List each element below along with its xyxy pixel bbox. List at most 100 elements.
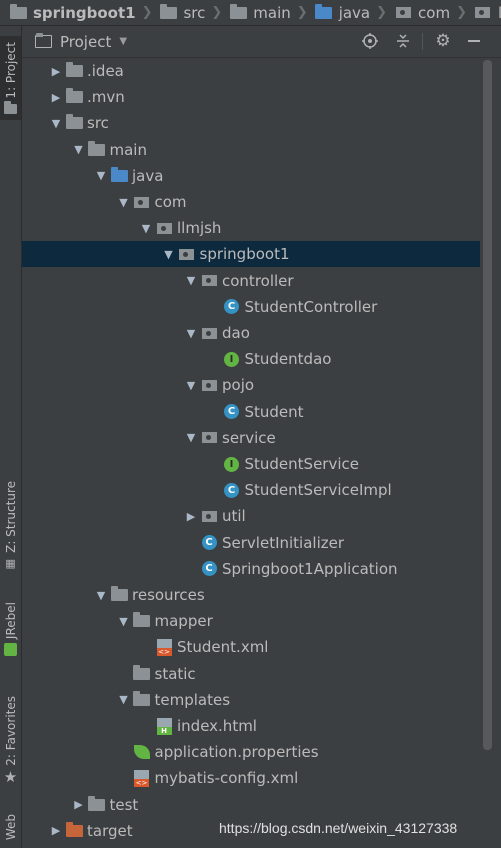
expanded-arrow-icon[interactable]: ▼ bbox=[183, 379, 199, 392]
collapsed-arrow-icon[interactable]: ▶ bbox=[48, 91, 64, 104]
expanded-arrow-icon[interactable]: ▼ bbox=[71, 143, 87, 156]
breadcrumb: springboot1 ❯ src ❯ main ❯ java ❯ com ❯ … bbox=[0, 0, 501, 26]
tree-item[interactable]: C Springboot1Application bbox=[22, 556, 480, 582]
tree-item[interactable]: ▼ springboot1 bbox=[22, 241, 480, 268]
breadcrumb-separator: ❯ bbox=[211, 5, 223, 20]
vertical-scrollbar[interactable] bbox=[483, 60, 492, 750]
structure-icon: ▦ bbox=[5, 556, 16, 570]
html-file-icon bbox=[154, 717, 174, 735]
hide-panel-icon[interactable] bbox=[464, 31, 484, 51]
collapsed-arrow-icon[interactable]: ▶ bbox=[48, 65, 64, 78]
tree-item[interactable]: ▼ dao bbox=[22, 320, 480, 346]
tree-item[interactable]: ▼ controller bbox=[22, 268, 480, 294]
tree-item-label: application.properties bbox=[154, 743, 319, 762]
tree-item-label: index.html bbox=[177, 717, 257, 735]
expanded-arrow-icon[interactable]: ▼ bbox=[183, 327, 199, 340]
folder-icon bbox=[132, 612, 152, 630]
expanded-arrow-icon[interactable]: ▼ bbox=[93, 589, 109, 602]
package-icon bbox=[199, 429, 219, 447]
tree-item[interactable]: I StudentService bbox=[22, 451, 480, 477]
tab-structure[interactable]: Z: Structure ▦ bbox=[0, 481, 21, 570]
expanded-arrow-icon[interactable]: ▼ bbox=[116, 615, 132, 628]
spring-properties-icon bbox=[132, 743, 152, 761]
tree-item[interactable]: ▼ java bbox=[22, 163, 480, 189]
tree-item[interactable]: application.properties bbox=[22, 739, 480, 765]
tab-jrebel[interactable]: JRebel bbox=[0, 602, 21, 657]
tree-item[interactable]: mybatis-config.xml bbox=[22, 765, 480, 791]
expanded-arrow-icon[interactable]: ▼ bbox=[183, 431, 199, 444]
folder-icon bbox=[8, 3, 28, 22]
tree-item[interactable]: ▼ resources bbox=[22, 582, 480, 608]
class-icon: C bbox=[222, 403, 242, 421]
tab-web-label: Web bbox=[3, 814, 18, 841]
tree-item-label: util bbox=[222, 507, 246, 526]
tree-item[interactable]: ▼ com bbox=[22, 189, 480, 215]
header-divider bbox=[422, 33, 423, 50]
collapse-all-icon[interactable] bbox=[393, 31, 413, 51]
tree-item[interactable]: ▶ .mvn bbox=[22, 84, 480, 110]
tree-item[interactable]: ▶ test bbox=[22, 792, 480, 818]
tree-item-label: Springboot1Application bbox=[222, 559, 398, 578]
expanded-arrow-icon[interactable]: ▼ bbox=[138, 222, 154, 235]
tab-project[interactable]: 1: Project bbox=[0, 36, 21, 120]
tree-item[interactable]: ▼ mapper bbox=[22, 608, 480, 634]
expanded-arrow-icon[interactable]: ▼ bbox=[116, 693, 132, 706]
breadcrumb-item-main[interactable]: main bbox=[224, 0, 294, 25]
expanded-arrow-icon[interactable]: ▼ bbox=[161, 248, 177, 261]
tree-item[interactable]: ▼ src bbox=[22, 110, 480, 136]
tab-favorites-label: 2: Favorites bbox=[3, 696, 18, 766]
tree-item[interactable]: ▼ main bbox=[22, 137, 480, 163]
expanded-arrow-icon[interactable]: ▼ bbox=[48, 117, 64, 130]
xml-file-icon bbox=[132, 769, 152, 788]
tree-item[interactable]: ▼ pojo bbox=[22, 372, 480, 398]
panel-title: Project bbox=[60, 32, 112, 51]
tree-item[interactable]: index.html bbox=[22, 713, 480, 739]
breadcrumb-item-java[interactable]: java bbox=[310, 0, 374, 25]
folder-icon bbox=[64, 62, 84, 80]
collapsed-arrow-icon[interactable]: ▶ bbox=[48, 824, 64, 837]
tree-item-label: target bbox=[87, 821, 133, 840]
tree-item[interactable]: static bbox=[22, 661, 480, 687]
expanded-arrow-icon[interactable]: ▼ bbox=[116, 196, 132, 209]
tab-web[interactable]: Web bbox=[0, 814, 21, 840]
breadcrumb-item-com[interactable]: com bbox=[389, 0, 454, 25]
jrebel-icon bbox=[4, 643, 17, 657]
tree-item[interactable]: ▶ util bbox=[22, 503, 480, 529]
collapsed-arrow-icon[interactable]: ▶ bbox=[71, 798, 87, 811]
tree-item[interactable]: ▼ llmjsh bbox=[22, 215, 480, 241]
class-icon: C bbox=[199, 534, 219, 552]
package-icon bbox=[177, 245, 197, 263]
breadcrumb-item-project[interactable]: springboot1 bbox=[0, 0, 140, 25]
folder-icon bbox=[87, 140, 107, 159]
tree-item[interactable]: I Studentdao bbox=[22, 346, 480, 372]
tree-item-label: llmjsh bbox=[177, 219, 222, 238]
spring-boot-class-icon: C bbox=[199, 560, 219, 578]
expanded-arrow-icon[interactable]: ▼ bbox=[93, 169, 109, 182]
breadcrumb-item-llmjsh[interactable]: llmjsh bbox=[469, 0, 501, 25]
tree-item[interactable]: C StudentServiceImpl bbox=[22, 477, 480, 503]
gear-icon[interactable]: ⚙ bbox=[433, 31, 453, 51]
tree-item[interactable]: C ServletInitializer bbox=[22, 530, 480, 556]
package-icon bbox=[473, 4, 493, 22]
tree-item-label: mapper bbox=[154, 612, 213, 631]
tree-item[interactable]: Student.xml bbox=[22, 634, 480, 660]
breadcrumb-separator: ❯ bbox=[456, 5, 467, 20]
tree-item-label: controller bbox=[222, 271, 294, 290]
collapsed-arrow-icon[interactable]: ▶ bbox=[183, 510, 199, 523]
tree-item[interactable]: C Student bbox=[22, 399, 480, 425]
locate-icon[interactable] bbox=[360, 31, 380, 51]
breadcrumb-separator: ❯ bbox=[376, 5, 388, 20]
tree-item[interactable]: ▼ service bbox=[22, 425, 480, 451]
tool-window-strip: 1: Project Z: Structure ▦ JRebel 2: Favo… bbox=[0, 26, 22, 848]
tree-item-label: ServletInitializer bbox=[222, 533, 345, 552]
package-icon bbox=[154, 219, 174, 237]
tree-item[interactable]: ▼ templates bbox=[22, 687, 480, 713]
class-icon: C bbox=[222, 298, 242, 316]
breadcrumb-item-src[interactable]: src bbox=[154, 0, 209, 25]
view-dropdown-icon[interactable]: ▼ bbox=[119, 36, 127, 47]
expanded-arrow-icon[interactable]: ▼ bbox=[183, 274, 199, 287]
tree-item[interactable]: ▶ .idea bbox=[22, 58, 480, 84]
tree-item[interactable]: C StudentController bbox=[22, 294, 480, 320]
project-tree[interactable]: ▶ .idea ▶ .mvn ▼ src ▼ main ▼ java ▼ com ▼ llmjsh ▼ spr… bbox=[22, 58, 480, 848]
tab-favorites[interactable]: 2: Favorites ★ bbox=[0, 696, 21, 786]
